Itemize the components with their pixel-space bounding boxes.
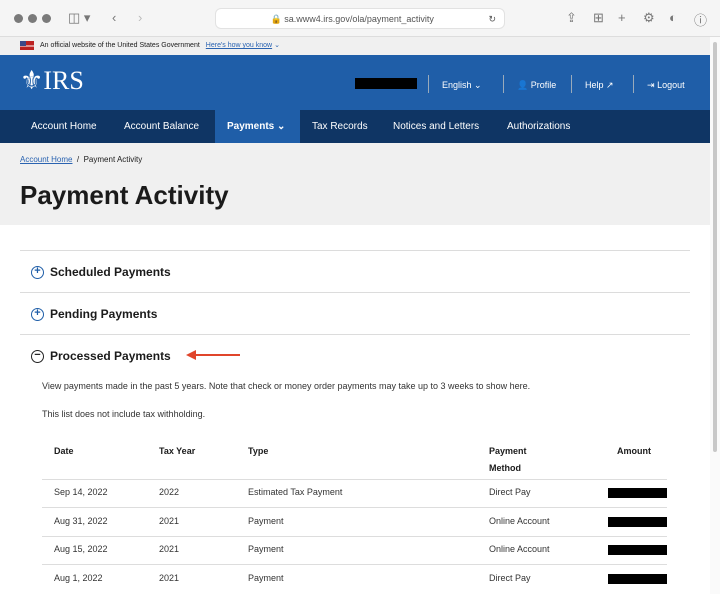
red-arrow-annotation <box>186 350 240 360</box>
redacted-amount <box>608 573 667 584</box>
breadcrumb-account-home[interactable]: Account Home <box>20 155 72 164</box>
breadcrumb-current: Payment Activity <box>83 155 143 164</box>
person-icon: 👤 <box>517 80 529 90</box>
help-link[interactable]: Help ↗ <box>585 80 614 91</box>
minimize-window-icon[interactable] <box>28 14 37 23</box>
profile-link[interactable]: 👤 Profile <box>517 80 556 91</box>
row-divider <box>42 535 667 537</box>
logout-link[interactable]: ⇥ Logout <box>647 80 685 91</box>
cell-year: 2021 <box>159 544 180 555</box>
gov-banner: An official website of the United States… <box>0 37 710 55</box>
url-text: sa.www4.irs.gov/ola/payment_activity <box>284 14 434 24</box>
settings-icon[interactable]: ⚙ <box>643 10 655 26</box>
row-divider <box>42 564 667 566</box>
accordion-scheduled-payments[interactable]: + Scheduled Payments <box>31 265 171 279</box>
cell-type: Estimated Tax Payment <box>248 487 343 497</box>
cell-year: 2021 <box>159 572 180 583</box>
minus-circle-icon: − <box>31 349 44 363</box>
us-flag-icon <box>20 41 34 50</box>
gov-banner-text: An official website of the United States… <box>40 42 200 49</box>
breadcrumb: Account Home / Payment Activity <box>20 155 143 164</box>
divider <box>42 479 667 480</box>
withholding-note: This list does not include tax withholdi… <box>42 409 206 419</box>
nav-account-balance[interactable]: Account Balance <box>112 110 211 143</box>
external-link-icon: ↗ <box>606 80 614 90</box>
redacted-amount <box>608 488 667 498</box>
forward-icon[interactable]: › <box>138 10 142 25</box>
nav-payments[interactable]: Payments ⌄ <box>215 110 300 143</box>
divider <box>633 75 634 93</box>
irs-logo[interactable]: ⚜IRS <box>20 66 84 96</box>
col-payment-method: Payment Method <box>489 446 527 473</box>
page-title: Payment Activity <box>20 180 229 210</box>
cell-date: Aug 15, 2022 <box>54 544 108 555</box>
cell-method: Direct Pay <box>489 572 531 583</box>
address-bar[interactable]: 🔒 sa.www4.irs.gov/ola/payment_activity ↻ <box>215 8 505 29</box>
zoom-window-icon[interactable] <box>42 14 51 23</box>
new-tab-icon[interactable]: + <box>618 10 626 25</box>
share-icon[interactable]: ⇪ <box>566 10 577 26</box>
divider <box>20 292 690 293</box>
nav-authorizations[interactable]: Authorizations <box>495 110 582 143</box>
accordion-processed-payments[interactable]: − Processed Payments <box>31 349 171 363</box>
tabs-overview-icon[interactable]: ⊞ <box>593 10 604 26</box>
processed-note: View payments made in the past 5 years. … <box>42 381 531 391</box>
heres-how-you-know-link[interactable]: Here's how you know <box>206 42 272 49</box>
divider <box>20 334 690 335</box>
cell-method: Direct Pay <box>489 487 531 497</box>
col-tax-year: Tax Year <box>159 446 196 456</box>
cell-method: Online Account <box>489 515 550 526</box>
info-icon[interactable]: ⓘ <box>694 10 707 29</box>
redacted-amount <box>608 516 667 527</box>
nav-tax-records[interactable]: Tax Records <box>300 110 380 143</box>
col-amount: Amount <box>617 446 651 456</box>
row-divider <box>42 507 667 508</box>
cell-type: Payment <box>248 544 284 555</box>
close-window-icon[interactable] <box>14 14 23 23</box>
back-icon[interactable]: ‹ <box>112 10 116 25</box>
cell-year: 2021 <box>159 515 180 526</box>
col-type: Type <box>248 446 269 456</box>
divider <box>20 250 690 251</box>
cell-year: 2022 <box>159 487 180 497</box>
cell-date: Aug 1, 2022 <box>54 572 103 583</box>
divider <box>428 75 429 93</box>
cell-date: Aug 31, 2022 <box>54 515 108 526</box>
redacted-name <box>355 78 417 89</box>
sidebar-icon[interactable]: ◫ ▾ <box>68 10 90 26</box>
reload-icon[interactable]: ↻ <box>488 9 496 29</box>
divider <box>503 75 504 93</box>
divider <box>571 75 572 93</box>
nav-account-home[interactable]: Account Home <box>19 110 109 143</box>
scrollbar-thumb[interactable] <box>713 42 717 452</box>
redacted-amount <box>608 545 667 556</box>
contrast-icon[interactable]: ◐ <box>669 10 677 25</box>
cell-type: Payment <box>248 572 284 583</box>
language-select[interactable]: English ⌄ <box>442 80 482 91</box>
cell-date: Sep 14, 2022 <box>54 487 108 497</box>
cell-method: Online Account <box>489 544 550 555</box>
col-date: Date <box>54 446 74 456</box>
accordion-pending-payments[interactable]: + Pending Payments <box>31 307 157 321</box>
logout-icon: ⇥ <box>647 80 655 90</box>
cell-type: Payment <box>248 515 284 526</box>
plus-circle-icon: + <box>31 307 44 321</box>
plus-circle-icon: + <box>31 265 44 279</box>
nav-notices-and-letters[interactable]: Notices and Letters <box>381 110 491 143</box>
